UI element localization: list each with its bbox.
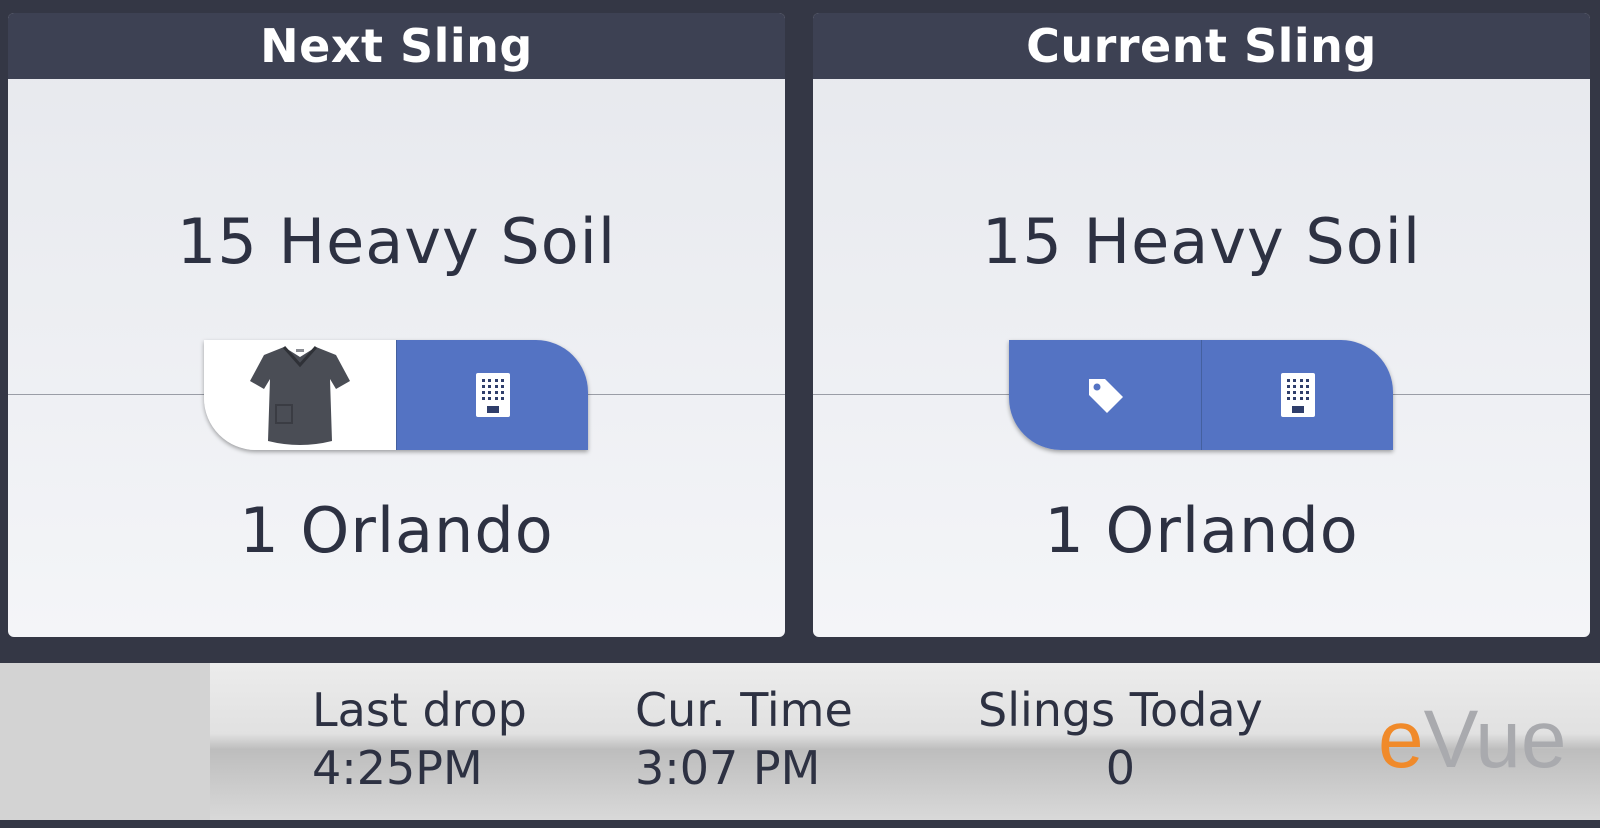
current-sling-product: 15 Heavy Soil: [981, 205, 1422, 278]
logo-vue: Vue: [1423, 694, 1567, 785]
current-sling-panel: Current Sling 15 Heavy Soil 1 Orlando: [813, 13, 1590, 637]
next-sling-header: Next Sling: [8, 13, 785, 79]
customer-building-button[interactable]: [1201, 340, 1393, 450]
current-time-label: Cur. Time: [635, 683, 853, 737]
current-time-stat: Cur. Time 3:07 PM: [635, 681, 853, 797]
tag-icon: [1089, 379, 1123, 413]
current-sling-header: Current Sling: [813, 13, 1590, 79]
last-drop-label: Last drop: [312, 683, 527, 737]
slings-today-label: Slings Today: [978, 683, 1263, 737]
customer-building-button[interactable]: [396, 340, 588, 450]
building-icon: [475, 373, 510, 417]
next-sling-product: 15 Heavy Soil: [176, 205, 617, 278]
scrub-shirt-image: [250, 346, 350, 445]
sling-monitor-screen: Next Sling 15 Heavy Soil 1 Orlando Curre…: [0, 0, 1600, 828]
current-sling-customer: 1 Orlando: [1044, 494, 1359, 567]
status-bar: Last drop 4:25PM Cur. Time 3:07 PM Sling…: [0, 663, 1600, 820]
product-image-tile[interactable]: [204, 340, 396, 450]
slings-today-value: 0: [1105, 741, 1136, 795]
current-sling-tiles: [1009, 340, 1393, 450]
current-time-value: 3:07 PM: [635, 741, 821, 795]
next-sling-customer: 1 Orlando: [239, 494, 554, 567]
tag-button[interactable]: [1009, 340, 1201, 450]
last-drop-value: 4:25PM: [312, 741, 483, 795]
last-drop-stat: Last drop 4:25PM: [312, 681, 527, 797]
slings-today-stat: Slings Today 0: [978, 681, 1263, 797]
next-sling-panel: Next Sling 15 Heavy Soil 1 Orlando: [8, 13, 785, 637]
status-bar-left-block: [0, 663, 210, 820]
next-sling-tiles: [204, 340, 588, 450]
building-icon: [1280, 373, 1315, 417]
logo-e: e: [1378, 694, 1424, 785]
evue-logo: eVue: [1378, 693, 1566, 787]
